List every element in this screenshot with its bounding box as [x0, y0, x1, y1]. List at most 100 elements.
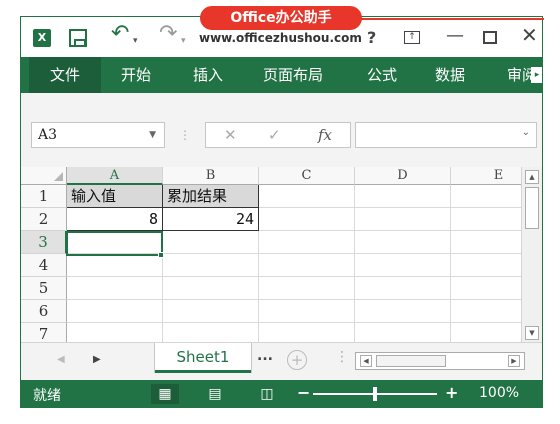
cell-b7[interactable]: [163, 323, 259, 342]
scroll-up-icon[interactable]: ▲: [525, 170, 539, 184]
cell-e6[interactable]: [451, 300, 521, 323]
sheet-tab-sheet1[interactable]: Sheet1: [155, 343, 251, 373]
next-sheet-icon[interactable]: ▶: [93, 354, 101, 365]
insert-function-icon[interactable]: fx: [318, 126, 332, 144]
cell-e1[interactable]: [451, 185, 521, 208]
tab-formulas[interactable]: 公式: [367, 57, 397, 93]
tab-page-layout[interactable]: 页面布局: [263, 57, 323, 93]
row-header-5[interactable]: 5: [21, 277, 67, 300]
zoom-slider[interactable]: [313, 387, 437, 401]
column-header-d[interactable]: D: [355, 167, 451, 185]
cell-a2[interactable]: 8: [67, 208, 163, 231]
vertical-scrollbar[interactable]: ▲ ▼: [521, 167, 542, 342]
ribbon-tab-bar: 文件 开始 插入 页面布局 公式 数据 审阅 ▸: [21, 57, 542, 93]
cell-e7[interactable]: [451, 323, 521, 342]
cell-a4[interactable]: [67, 254, 163, 277]
select-all-corner[interactable]: [21, 167, 67, 185]
row-header-3[interactable]: 3: [21, 231, 67, 254]
formula-input[interactable]: ⌄: [355, 122, 537, 148]
cell-b4[interactable]: [163, 254, 259, 277]
cell-a5[interactable]: [67, 277, 163, 300]
cell-d1[interactable]: [355, 185, 451, 208]
cell-c5[interactable]: [259, 277, 355, 300]
close-icon[interactable]: ✕: [521, 25, 538, 45]
expand-formula-bar-icon[interactable]: ⌄: [522, 127, 530, 138]
cell-b1[interactable]: 累加结果: [163, 185, 259, 208]
cell-c6[interactable]: [259, 300, 355, 323]
redo-dropdown-icon[interactable]: ▾: [181, 31, 186, 51]
cell-d6[interactable]: [355, 300, 451, 323]
tab-split-grip[interactable]: ⋮: [335, 349, 349, 365]
vertical-scroll-thumb[interactable]: [525, 187, 539, 229]
ribbon-display-options-icon[interactable]: ↑: [404, 31, 420, 44]
zoom-slider-thumb[interactable]: [373, 387, 377, 401]
cell-e2[interactable]: [451, 208, 521, 231]
tab-review[interactable]: 审阅: [507, 57, 531, 93]
name-box[interactable]: A3 ▼: [31, 122, 165, 148]
horizontal-scroll-thumb[interactable]: [376, 355, 446, 367]
fill-handle[interactable]: [158, 252, 164, 258]
cell-c3[interactable]: [259, 231, 355, 254]
cell-c7[interactable]: [259, 323, 355, 342]
cell-d3[interactable]: [355, 231, 451, 254]
zoom-in-button[interactable]: +: [445, 383, 458, 402]
minimize-icon[interactable]: —: [446, 26, 464, 46]
tab-home[interactable]: 开始: [121, 57, 151, 93]
page-layout-view-icon[interactable]: ▤: [201, 384, 229, 404]
scroll-right-icon[interactable]: ▶: [508, 355, 520, 367]
zoom-level[interactable]: 100%: [479, 385, 519, 401]
row-header-2[interactable]: 2: [21, 208, 67, 231]
more-sheets-button[interactable]: ...: [257, 348, 273, 364]
column-header-e[interactable]: E: [451, 167, 521, 185]
scroll-tabs-right-icon[interactable]: ▸: [531, 67, 542, 83]
cell-a7[interactable]: [67, 323, 163, 342]
row-header-6[interactable]: 6: [21, 300, 67, 323]
row-header-4[interactable]: 4: [21, 254, 67, 277]
cell-c1[interactable]: [259, 185, 355, 208]
save-icon[interactable]: [69, 29, 87, 47]
scroll-down-icon[interactable]: ▼: [525, 326, 539, 340]
cell-b2[interactable]: 24: [163, 208, 259, 231]
cell-c2[interactable]: [259, 208, 355, 231]
formula-bar-grip[interactable]: ⋮: [179, 128, 191, 142]
cell-e4[interactable]: [451, 254, 521, 277]
add-sheet-icon[interactable]: +: [287, 350, 307, 370]
undo-icon[interactable]: ↶: [111, 23, 129, 45]
cancel-icon[interactable]: ✕: [224, 126, 237, 144]
cell-d7[interactable]: [355, 323, 451, 342]
row-header-1[interactable]: 1: [21, 185, 67, 208]
help-icon[interactable]: ?: [367, 28, 376, 48]
sheet-tab-bar: ◀ ▶ Sheet1 ... + ⋮ ◀ ▶: [21, 342, 542, 380]
cell-c4[interactable]: [259, 254, 355, 277]
cell-d4[interactable]: [355, 254, 451, 277]
column-header-c[interactable]: C: [259, 167, 355, 185]
horizontal-scrollbar[interactable]: ◀ ▶: [355, 352, 525, 370]
tab-file[interactable]: 文件: [29, 57, 101, 93]
cell-a6[interactable]: [67, 300, 163, 323]
column-header-a[interactable]: A: [67, 167, 163, 185]
cell-d2[interactable]: [355, 208, 451, 231]
enter-icon[interactable]: ✓: [268, 126, 281, 144]
excel-icon[interactable]: X: [33, 29, 51, 47]
cell-b6[interactable]: [163, 300, 259, 323]
watermark-underline: [354, 18, 544, 20]
cell-b3[interactable]: [163, 231, 259, 254]
cell-e3[interactable]: [451, 231, 521, 254]
tab-data[interactable]: 数据: [435, 57, 465, 93]
normal-view-icon[interactable]: ▦: [151, 384, 179, 404]
zoom-out-button[interactable]: −: [297, 383, 310, 402]
page-break-preview-icon[interactable]: ◫: [253, 384, 281, 404]
redo-icon[interactable]: ↷: [159, 23, 177, 45]
cell-e5[interactable]: [451, 277, 521, 300]
tab-insert[interactable]: 插入: [193, 57, 223, 93]
column-header-b[interactable]: B: [163, 167, 259, 185]
undo-dropdown-icon[interactable]: ▾: [133, 31, 138, 51]
previous-sheet-icon[interactable]: ◀: [57, 354, 65, 365]
name-box-dropdown-icon[interactable]: ▼: [149, 123, 156, 147]
maximize-icon[interactable]: [483, 31, 497, 44]
cell-b5[interactable]: [163, 277, 259, 300]
cell-d5[interactable]: [355, 277, 451, 300]
cell-a1[interactable]: 输入值: [67, 185, 163, 208]
row-header-7[interactable]: 7: [21, 323, 67, 342]
scroll-left-icon[interactable]: ◀: [360, 355, 372, 367]
